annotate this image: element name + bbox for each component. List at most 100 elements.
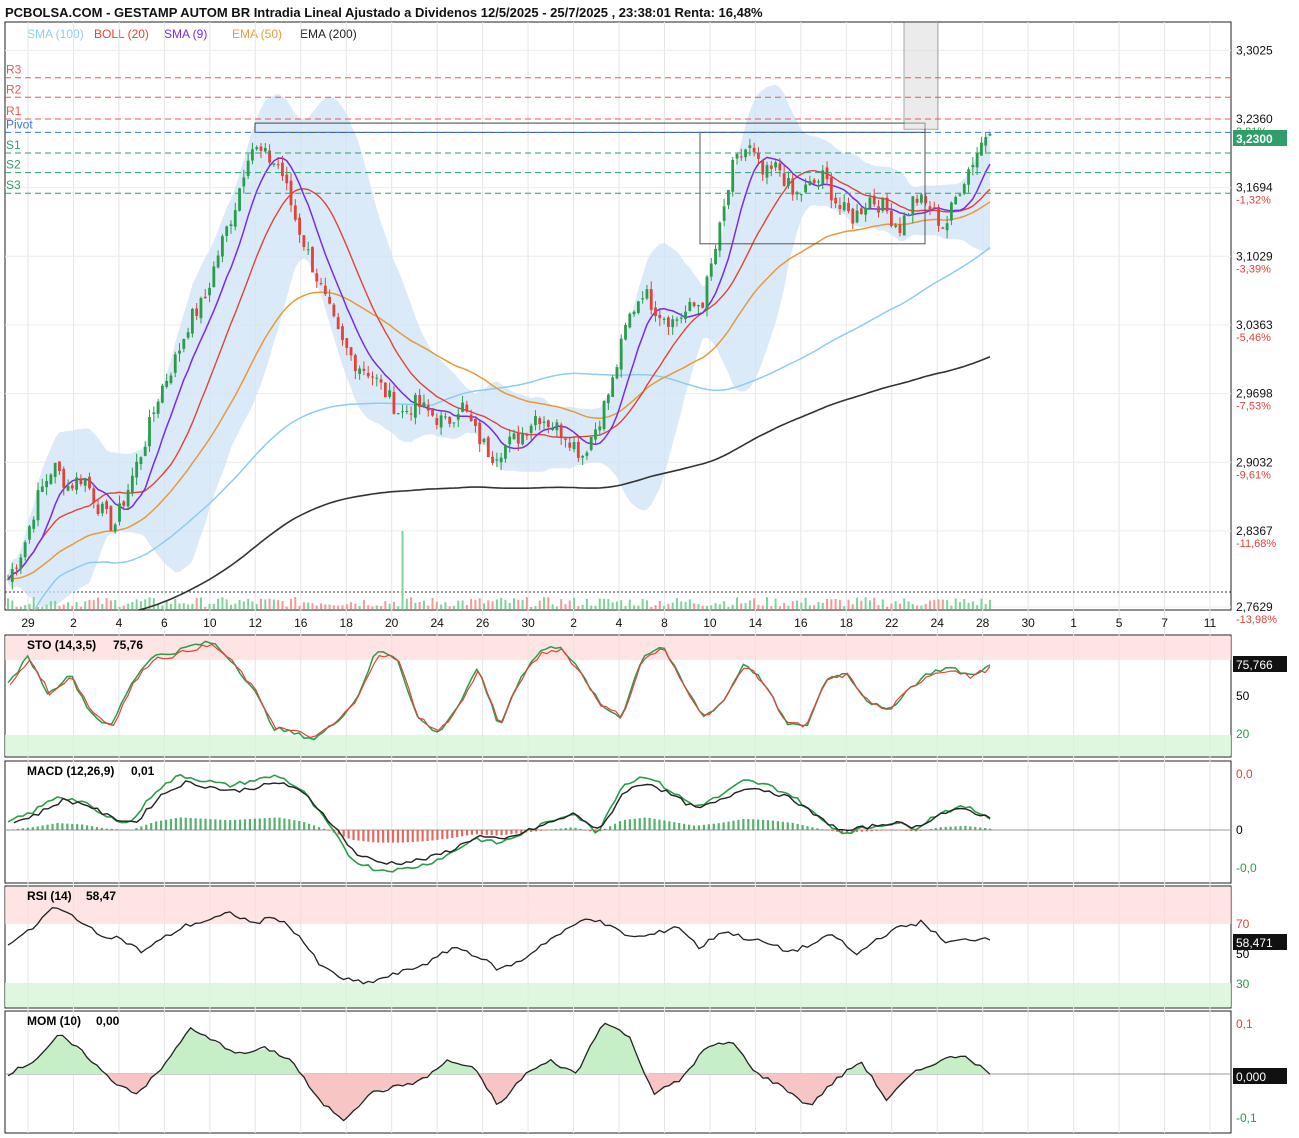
candle-body bbox=[945, 223, 949, 231]
candle-body bbox=[559, 424, 563, 438]
macd-hist-bar bbox=[41, 825, 44, 830]
macd-hist-bar bbox=[174, 818, 177, 830]
candle-body bbox=[812, 179, 816, 184]
volume-bar bbox=[645, 600, 648, 609]
date-tick-label: 6 bbox=[161, 616, 168, 630]
volume-bar bbox=[710, 605, 713, 609]
volume-bar bbox=[229, 604, 232, 609]
sto-tick-50: 50 bbox=[1236, 689, 1250, 703]
candle-body bbox=[624, 324, 627, 340]
volume-bar bbox=[281, 601, 284, 609]
macd-hist-bar bbox=[36, 826, 39, 830]
volume-bar bbox=[418, 601, 421, 609]
candle-body bbox=[988, 133, 992, 136]
macd-hist-bar bbox=[120, 829, 123, 830]
macd-hist-bar bbox=[801, 825, 804, 830]
volume-bar bbox=[808, 605, 811, 609]
date-tick-label: 28 bbox=[976, 616, 990, 630]
date-tick-label: 22 bbox=[885, 616, 899, 630]
macd-hist-bar bbox=[697, 825, 701, 830]
candle-body bbox=[546, 420, 550, 427]
macd-hist-bar bbox=[194, 818, 197, 830]
macd-hist-bar bbox=[530, 830, 533, 832]
macd-hist-bar bbox=[944, 826, 947, 830]
volume-bar bbox=[354, 603, 357, 609]
candle-body bbox=[525, 434, 529, 436]
volume-bar bbox=[15, 606, 18, 609]
macd-hist-bar bbox=[584, 830, 587, 831]
candle-body bbox=[195, 308, 199, 316]
candle-body bbox=[975, 153, 979, 168]
candle-body bbox=[143, 446, 147, 456]
macd-hist-bar bbox=[283, 818, 286, 830]
candle-body bbox=[538, 418, 542, 425]
macd-hist-bar bbox=[752, 819, 755, 830]
candle-body bbox=[199, 298, 203, 319]
date-tick-label: 16 bbox=[794, 616, 808, 630]
candle-body bbox=[32, 519, 36, 529]
macd-hist-bar bbox=[919, 830, 923, 831]
mom-label: MOM (10) bbox=[27, 1014, 81, 1028]
volume-bar bbox=[851, 604, 854, 609]
macd-hist-bar bbox=[816, 828, 819, 830]
pct-tick-label: -7,53% bbox=[1236, 401, 1271, 413]
candle-body bbox=[122, 501, 126, 506]
candle-body bbox=[649, 289, 653, 310]
candle-body bbox=[962, 184, 966, 194]
macd-hist-bar bbox=[406, 830, 409, 843]
candle-body bbox=[448, 416, 452, 424]
price-tick-label: 3,3025 bbox=[1236, 43, 1273, 57]
volume-bar bbox=[778, 606, 781, 609]
volume-bar bbox=[868, 600, 871, 609]
macd-hist-bar bbox=[628, 819, 631, 830]
volume-bar bbox=[234, 603, 237, 609]
macd-hist-bar bbox=[811, 827, 814, 830]
volume-bar bbox=[620, 600, 623, 609]
volume-bar bbox=[594, 605, 597, 609]
macd-hist-bar bbox=[949, 826, 952, 830]
candle-body bbox=[495, 459, 499, 461]
candle-body bbox=[371, 376, 374, 378]
volume-bar bbox=[58, 605, 61, 609]
macd-hist-bar bbox=[786, 822, 789, 830]
mom-series bbox=[5, 1022, 1231, 1122]
pivot-label-r1: R1 bbox=[6, 104, 22, 118]
macd-hist-bar bbox=[643, 817, 646, 830]
candle-body bbox=[396, 413, 400, 415]
candle-body bbox=[156, 401, 160, 414]
candle-body bbox=[907, 214, 910, 216]
volume-bar bbox=[217, 598, 220, 609]
volume-bar bbox=[753, 598, 756, 609]
candle-body bbox=[542, 421, 546, 423]
macd-hist-bar bbox=[386, 830, 390, 843]
volume-bar bbox=[199, 597, 202, 609]
macd-hist-bar bbox=[31, 827, 34, 830]
candle-body bbox=[727, 189, 730, 206]
candle-body bbox=[109, 506, 113, 531]
macd-hist-bar bbox=[564, 828, 567, 830]
volume-bar bbox=[410, 597, 413, 609]
volume-bar bbox=[581, 604, 584, 609]
candle-body bbox=[353, 355, 357, 372]
candle-body bbox=[443, 416, 447, 418]
candle-body bbox=[456, 414, 460, 420]
candle-body bbox=[130, 475, 134, 493]
candle-body bbox=[19, 557, 23, 569]
volume-bar bbox=[375, 605, 378, 609]
volume-bar bbox=[573, 597, 576, 609]
volume-bar bbox=[633, 605, 636, 609]
volume-bar bbox=[577, 606, 580, 609]
volume-bar bbox=[624, 606, 627, 609]
volume-bar bbox=[397, 606, 400, 609]
macd-hist-bar bbox=[924, 829, 928, 831]
price-tick-label: 3,1694 bbox=[1236, 181, 1273, 195]
volume-bar bbox=[470, 599, 473, 609]
candle-body bbox=[585, 452, 589, 456]
volume-bar bbox=[898, 603, 901, 609]
volume-bar bbox=[504, 599, 507, 609]
volume-bar bbox=[971, 601, 974, 609]
candle-body bbox=[349, 347, 353, 356]
volume-bar bbox=[744, 602, 747, 609]
date-tick-label: 16 bbox=[294, 616, 308, 630]
date-tick-label: 18 bbox=[340, 616, 354, 630]
